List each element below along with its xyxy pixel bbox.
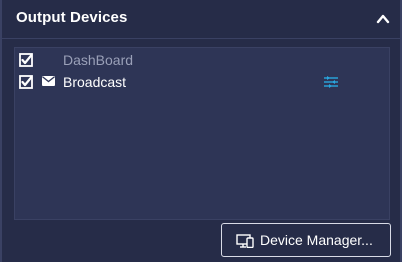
checkbox-checked-icon[interactable] [19, 53, 33, 67]
list-item-broadcast[interactable]: Broadcast [19, 73, 381, 91]
list-item-dashboard[interactable]: DashBoard [19, 51, 381, 69]
device-list: DashBoard Broadcast [14, 47, 390, 220]
device-label: DashBoard [63, 52, 134, 68]
panel-header[interactable]: Output Devices [2, 0, 400, 39]
panel-title: Output Devices [16, 9, 128, 26]
device-manager-label: Device Manager... [260, 232, 373, 248]
chevron-up-icon[interactable] [376, 12, 390, 26]
output-devices-panel: Output Devices DashBoard Broadcast Devic… [0, 0, 402, 262]
settings-sliders-icon[interactable] [323, 75, 339, 89]
device-manager-button[interactable]: Device Manager... [221, 223, 391, 257]
device-label: Broadcast [63, 74, 127, 90]
mail-icon [42, 76, 55, 86]
checkbox-checked-icon[interactable] [19, 75, 33, 89]
devices-icon [236, 234, 254, 248]
